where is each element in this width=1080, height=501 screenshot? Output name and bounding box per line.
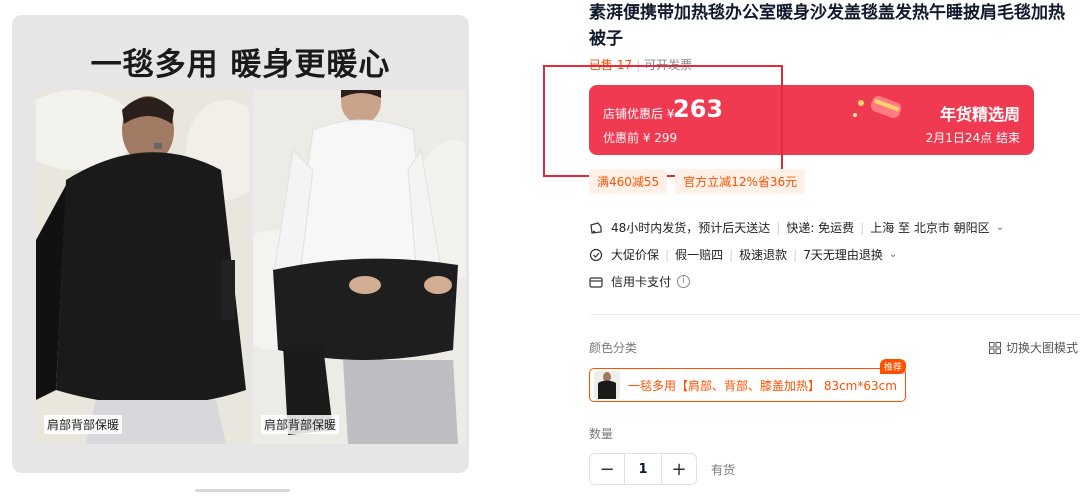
promo-event-name: 年货精选周 <box>939 105 1020 124</box>
color-category-label: 颜色分类 <box>589 341 638 355</box>
sku-thumbnail <box>594 371 620 399</box>
payment-method: 信用卡支付 <box>611 275 672 289</box>
guarantee-row[interactable]: 大促价保 | 假一赔四 | 极速退款 | 7天无理由退换 ⌄ <box>589 246 897 263</box>
photo-caption-right: 肩部背部保暖 <box>261 415 340 434</box>
coupon-tag[interactable]: 官方立减12%省36元 <box>675 169 806 194</box>
quantity-input[interactable]: 1 <box>624 454 662 484</box>
chevron-down-icon[interactable]: ⌄ <box>889 249 897 260</box>
product-photo-lap: 肩部背部保暖 <box>253 90 466 444</box>
quantity-stepper: − 1 + 有货 <box>589 453 735 485</box>
coupon-list: 满460减55 官方立减12%省36元 <box>589 169 806 194</box>
shipping-row[interactable]: 48小时内发货，预计后天送达 | 快递: 免运费 | 上海 至 北京市 朝阳区 … <box>589 219 1004 236</box>
payment-row: 信用卡支付 i <box>589 273 691 290</box>
coupon-tag[interactable]: 满460减55 <box>589 169 668 194</box>
gallery-headline: 一毯多用 暖身更暖心 <box>90 47 391 83</box>
product-image-gallery[interactable]: 一毯多用 暖身更暖心 肩部背部保暖 肩部背部保暖 <box>12 15 469 473</box>
grid-view-icon <box>988 341 1001 354</box>
credit-card-icon <box>589 276 603 288</box>
thumbnail-scroll-indicator[interactable] <box>195 489 290 492</box>
promo-end-time: 2月1日24点 结束 <box>925 131 1020 145</box>
sku-option-selected[interactable]: 一毯多用【肩部、背部、膝盖加热】 83cm*63cm 推荐 <box>589 359 906 402</box>
guarantee-icon <box>589 248 603 261</box>
sku-label: 一毯多用【肩部、背部、膝盖加热】 83cm*63cm <box>628 378 897 393</box>
delivery-icon <box>590 221 602 234</box>
switch-mode-label: 切换大图模式 <box>1005 341 1078 355</box>
recommended-badge: 推荐 <box>879 359 906 374</box>
info-icon[interactable]: i <box>677 275 691 288</box>
switch-large-image-mode-button[interactable]: 切换大图模式 <box>988 339 1078 356</box>
divider <box>589 314 1080 315</box>
express-fee: 快递: 免运费 <box>786 221 855 235</box>
stock-status: 有货 <box>711 462 736 477</box>
product-title: 素湃便携带加热毯办公室暖身沙发盖毯盖发热午睡披肩毛毯加热被子 <box>589 3 1065 49</box>
quantity-label: 数量 <box>589 427 614 441</box>
product-photo-back: 肩部背部保暖 <box>36 90 249 444</box>
guarantee-item: 7天无理由退换 <box>803 248 883 262</box>
guarantee-item: 极速退款 <box>739 248 788 262</box>
photo-caption-left: 肩部背部保暖 <box>44 415 123 434</box>
shipping-time: 48小时内发货，预计后天送达 <box>611 221 771 235</box>
decrease-quantity-button[interactable]: − <box>590 454 624 484</box>
shipping-route: 上海 至 北京市 朝阳区 <box>870 221 990 235</box>
increase-quantity-button[interactable]: + <box>662 454 696 484</box>
guarantee-item: 假一赔四 <box>675 248 724 262</box>
guarantee-item: 大促价保 <box>611 248 660 262</box>
highlight-annotation-box <box>543 65 783 177</box>
chevron-down-icon[interactable]: ⌄ <box>996 222 1004 233</box>
firecracker-decoration-icon <box>853 96 902 118</box>
